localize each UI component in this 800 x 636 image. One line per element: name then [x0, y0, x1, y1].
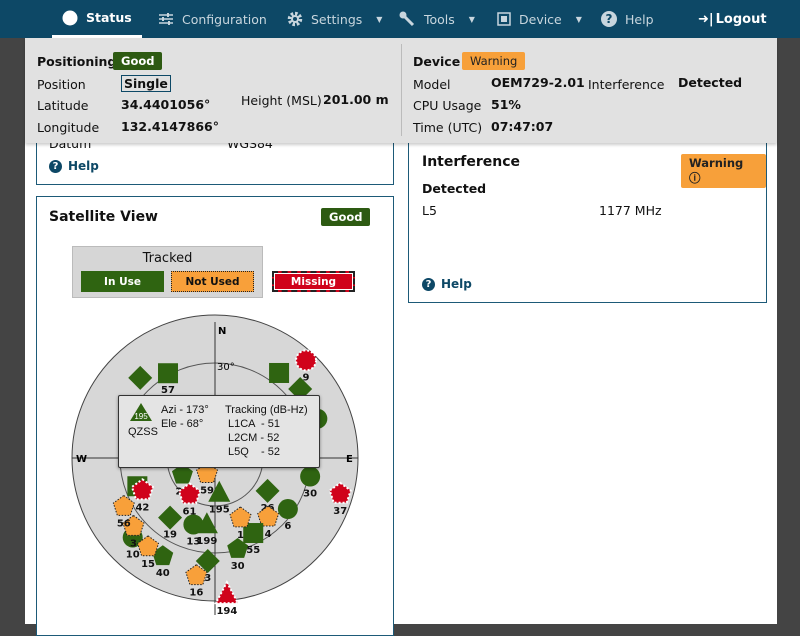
compass-icon [62, 10, 78, 25]
longitude-value: 132.4147866° [121, 119, 219, 134]
device-title: Device [413, 54, 461, 69]
divider [401, 44, 402, 136]
legend-title: Tracked [142, 251, 193, 266]
tooltip-elevation: Ele - 68° [161, 418, 204, 430]
badge-label: Warning [689, 156, 744, 170]
nav-label: Settings [311, 11, 363, 27]
nav-label: Configuration [182, 11, 267, 27]
model-value: OEM729-2.01 [491, 75, 585, 90]
nav-tools[interactable]: Tools ▼ [398, 0, 475, 38]
tooltip-system: QZSS [128, 426, 158, 438]
chevron-down-icon: ▼ [376, 14, 383, 24]
time-label: Time (UTC) [413, 120, 483, 135]
logout-button[interactable]: ➜| Logout [698, 0, 767, 38]
height-label: Height (MSL) [241, 93, 322, 108]
help-link[interactable]: ? Help [422, 277, 472, 291]
tooltip-prn: 195 [134, 412, 148, 421]
triangle-icon: 195 [130, 403, 152, 421]
interference-value: Detected [678, 75, 743, 90]
nav-status[interactable]: Status [52, 0, 142, 38]
help-link[interactable]: ? Help [49, 159, 99, 173]
model-label: Model [413, 77, 451, 92]
help-icon: ? [49, 159, 62, 173]
cpu-label: CPU Usage [413, 98, 482, 113]
info-icon: ⓘ [689, 171, 701, 185]
positioning-title: Positioning [37, 54, 117, 69]
position-label: Position [37, 77, 86, 92]
chip-icon [497, 12, 511, 26]
frequency-value: 1177 MHz [599, 203, 662, 218]
nav-label: Tools [424, 11, 455, 27]
help-label: Help [441, 277, 472, 291]
top-navbar: Status Configuration Settings ▼ Tools ▼ De… [0, 0, 800, 38]
wrench-icon [399, 11, 415, 27]
help-label: Help [68, 159, 99, 173]
cpu-value: 51% [491, 97, 521, 112]
warning-badge[interactable]: Warning ⓘ [681, 154, 766, 188]
nav-label: Help [625, 11, 654, 27]
tooltip-tracking-title: Tracking (dB-Hz) [225, 404, 308, 416]
logout-icon: ➜| [698, 11, 714, 27]
tooltip-signal: L5Q - 52 [228, 446, 280, 458]
time-value: 07:47:07 [491, 119, 554, 134]
device-badge: Warning [462, 52, 526, 70]
legend-in-use[interactable]: In Use [81, 271, 164, 292]
band-label: L5 [422, 203, 437, 218]
tooltip-signal: L2CM - 52 [228, 432, 280, 444]
help-circle-icon: ? [601, 11, 617, 27]
longitude-label: Longitude [37, 120, 100, 135]
nav-settings[interactable]: Settings ▼ [287, 0, 382, 38]
nav-help[interactable]: ? Help [601, 0, 654, 38]
height-value: 201.00 m [323, 92, 389, 107]
legend-not-used[interactable]: Not Used [171, 271, 254, 292]
status-badge: Good [321, 208, 371, 226]
help-icon: ? [422, 277, 435, 291]
sliders-icon [159, 13, 173, 25]
tooltip-signal: L1CA - 51 [228, 418, 280, 430]
position-value: Single [121, 75, 171, 92]
logout-label: Logout [715, 11, 767, 27]
detected-heading: Detected [422, 181, 487, 196]
gear-icon [287, 11, 303, 27]
latitude-label: Latitude [37, 98, 89, 113]
nav-label: Status [86, 10, 132, 25]
interference-label: Interference [588, 77, 665, 92]
status-summary-panel: Positioning Good Position Single Latitud… [25, 38, 777, 143]
chevron-down-icon: ▼ [468, 14, 475, 24]
latitude-value: 34.4401056° [121, 97, 211, 112]
legend-missing[interactable]: Missing [272, 271, 355, 292]
nav-label: Device [519, 11, 562, 27]
nav-configuration[interactable]: Configuration [158, 0, 267, 38]
positioning-badge: Good [113, 52, 163, 70]
card-title: Satellite View [49, 209, 158, 225]
nav-device[interactable]: Device ▼ [497, 0, 582, 38]
card-title: Interference [422, 154, 521, 170]
tooltip-azimuth: Azi - 173° [161, 404, 209, 416]
satellite-tooltip: 195 QZSS Azi - 173° Ele - 68° Tracking (… [118, 395, 320, 468]
chevron-down-icon: ▼ [575, 14, 582, 24]
